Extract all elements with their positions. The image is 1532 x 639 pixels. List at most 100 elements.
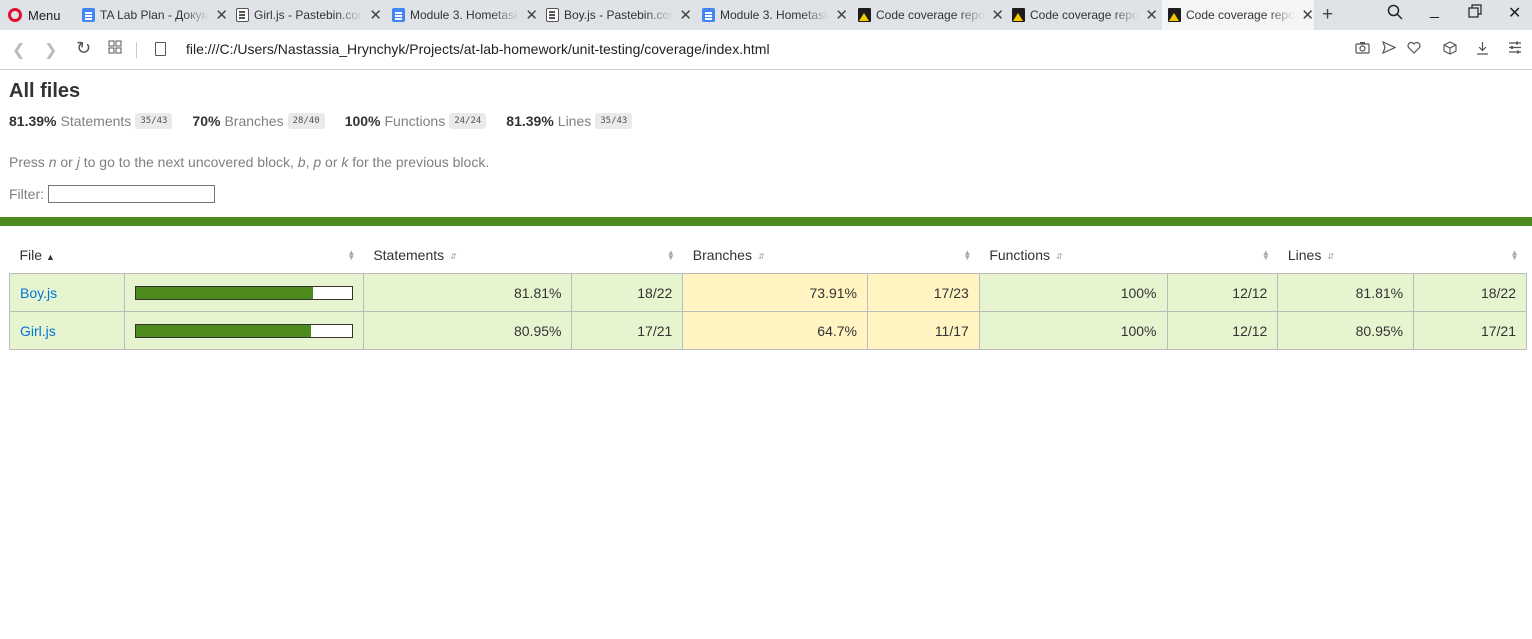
browser-tab[interactable]: Boy.js - Pastebin.com ✕ bbox=[542, 0, 692, 30]
header-statements-frac[interactable]: ▲ ▼ bbox=[572, 237, 683, 274]
heart-icon[interactable] bbox=[1407, 41, 1421, 57]
functions-fraction: 12/12 bbox=[1166, 311, 1279, 350]
filter-input[interactable] bbox=[48, 185, 215, 203]
browser-tab[interactable]: Code coverage report ✕ bbox=[1008, 0, 1158, 30]
tab-label: TA Lab Plan - Докум bbox=[100, 8, 210, 22]
google-docs-icon bbox=[82, 8, 95, 22]
browser-tab-active[interactable]: Code coverage report ✕ bbox=[1162, 0, 1314, 30]
file-link[interactable]: Boy.js bbox=[20, 285, 57, 301]
download-icon[interactable] bbox=[1476, 41, 1489, 58]
summary-fraction: 24/24 bbox=[449, 113, 487, 129]
summary-label: Branches bbox=[224, 113, 284, 129]
opera-menu-button[interactable]: Menu bbox=[8, 0, 61, 30]
lines-fraction: 17/21 bbox=[1413, 311, 1527, 350]
functions-pct: 100% bbox=[978, 311, 1168, 350]
browser-tab[interactable]: Code coverage report ✕ bbox=[854, 0, 1004, 30]
table-row: Boy.js 81.81% 18/22 73.91% 17/23 100% 12… bbox=[9, 273, 1527, 312]
header-file-bar[interactable]: ▲ ▼ bbox=[124, 237, 363, 274]
header-branches-frac[interactable]: ▲ ▼ bbox=[868, 237, 980, 274]
summary-pct: 100% bbox=[344, 113, 381, 129]
filter-group: Filter: bbox=[9, 185, 215, 203]
coverage-icon bbox=[1168, 8, 1181, 22]
camera-icon[interactable] bbox=[1355, 41, 1370, 57]
tab-label: Module 3. Hometask bbox=[410, 8, 520, 22]
url-field[interactable]: file:///C:/Users/Nastassia_Hrynchyk/Proj… bbox=[186, 41, 770, 57]
summary-label: Lines bbox=[557, 113, 592, 129]
statements-pct: 80.95% bbox=[362, 311, 573, 350]
tab-close-icon[interactable]: ✕ bbox=[525, 8, 538, 23]
tab-close-icon[interactable]: ✕ bbox=[369, 8, 382, 23]
summary-lines: 81.39% Lines 35/43 bbox=[506, 113, 633, 129]
tab-label: Girl.js - Pastebin.com bbox=[254, 8, 364, 22]
tab-label: Code coverage report bbox=[1186, 8, 1296, 22]
statements-pct: 81.81% bbox=[362, 273, 573, 312]
coverage-bar bbox=[134, 323, 353, 338]
pastebin-icon bbox=[546, 8, 559, 22]
back-icon[interactable]: ❮ bbox=[12, 40, 25, 60]
file-cell: Boy.js bbox=[9, 273, 125, 312]
branches-pct: 64.7% bbox=[682, 311, 868, 350]
address-bar: ❮ ❯ ↻ file:///C:/Users/Nastassia_Hrynchy… bbox=[0, 30, 1532, 70]
tab-grid-icon[interactable] bbox=[108, 40, 122, 59]
summary-label: Statements bbox=[60, 113, 132, 129]
summary-label: Functions bbox=[384, 113, 446, 129]
tab-close-icon[interactable]: ✕ bbox=[215, 8, 228, 23]
send-icon[interactable] bbox=[1381, 40, 1397, 57]
minimize-icon[interactable]: _ bbox=[1430, 2, 1439, 20]
forward-icon[interactable]: ❯ bbox=[44, 40, 57, 60]
coverage-bar-fill bbox=[135, 286, 313, 299]
summary-pct: 81.39% bbox=[506, 113, 554, 129]
coverage-bar-cell bbox=[123, 311, 364, 350]
header-file[interactable]: File ▲ bbox=[10, 237, 125, 274]
branches-fraction: 11/17 bbox=[867, 311, 980, 350]
tab-close-icon[interactable]: ✕ bbox=[1301, 8, 1314, 23]
lines-fraction: 18/22 bbox=[1413, 273, 1527, 312]
easy-setup-icon[interactable] bbox=[1508, 41, 1522, 57]
coverage-bar-cell bbox=[123, 273, 364, 312]
summary-statements: 81.39% Statements 35/43 bbox=[9, 113, 173, 129]
header-lines[interactable]: Lines ⇵ bbox=[1278, 237, 1414, 274]
close-window-icon[interactable]: ✕ bbox=[1508, 3, 1521, 23]
header-functions[interactable]: Functions ⇵ bbox=[979, 237, 1167, 274]
coverage-bar-fill bbox=[135, 324, 311, 337]
google-docs-icon bbox=[702, 8, 715, 22]
browser-tab-bar: Menu TA Lab Plan - Докум ✕ Girl.js - Pas… bbox=[0, 0, 1532, 30]
header-branches[interactable]: Branches ⇵ bbox=[683, 237, 868, 274]
browser-tab[interactable]: TA Lab Plan - Докум ✕ bbox=[78, 0, 228, 30]
divider bbox=[136, 42, 137, 58]
keyboard-hint: Press n or j to go to the next uncovered… bbox=[9, 154, 490, 170]
tab-close-icon[interactable]: ✕ bbox=[679, 8, 692, 23]
tab-close-icon[interactable]: ✕ bbox=[835, 8, 848, 23]
browser-tab[interactable]: Module 3. Hometask ✕ bbox=[388, 0, 538, 30]
summary-fraction: 28/40 bbox=[287, 113, 325, 129]
header-functions-frac[interactable]: ▲ ▼ bbox=[1167, 237, 1278, 274]
cube-icon[interactable] bbox=[1443, 41, 1457, 58]
page-icon bbox=[155, 42, 166, 56]
tab-label: Boy.js - Pastebin.com bbox=[564, 8, 674, 22]
summary-pct: 81.39% bbox=[9, 113, 57, 129]
file-link[interactable]: Girl.js bbox=[20, 323, 56, 339]
browser-tab[interactable]: Girl.js - Pastebin.com ✕ bbox=[232, 0, 382, 30]
summary-branches: 70% Branches 28/40 bbox=[192, 113, 325, 129]
coverage-summary: 81.39% Statements 35/43 70% Branches 28/… bbox=[9, 113, 652, 129]
tab-close-icon[interactable]: ✕ bbox=[1145, 8, 1158, 23]
tab-close-icon[interactable]: ✕ bbox=[991, 8, 1004, 23]
header-lines-frac[interactable]: ▲ ▼ bbox=[1414, 237, 1527, 274]
header-statements[interactable]: Statements ⇵ bbox=[363, 237, 572, 274]
coverage-icon bbox=[1012, 8, 1025, 22]
file-cell: Girl.js bbox=[9, 311, 125, 350]
restore-icon[interactable] bbox=[1468, 4, 1482, 23]
browser-tab[interactable]: Module 3. Hometask ✕ bbox=[698, 0, 848, 30]
coverage-status-bar bbox=[0, 217, 1532, 226]
coverage-icon bbox=[858, 8, 871, 22]
branches-pct: 73.91% bbox=[682, 273, 868, 312]
search-tabs-icon[interactable] bbox=[1387, 4, 1403, 25]
reload-icon[interactable]: ↻ bbox=[76, 38, 91, 59]
new-tab-icon[interactable]: + bbox=[1322, 4, 1333, 26]
pastebin-icon bbox=[236, 8, 249, 22]
lines-pct: 80.95% bbox=[1277, 311, 1415, 350]
page-title: All files bbox=[9, 80, 81, 102]
functions-pct: 100% bbox=[978, 273, 1168, 312]
summary-pct: 70% bbox=[192, 113, 221, 129]
branches-fraction: 17/23 bbox=[867, 273, 980, 312]
